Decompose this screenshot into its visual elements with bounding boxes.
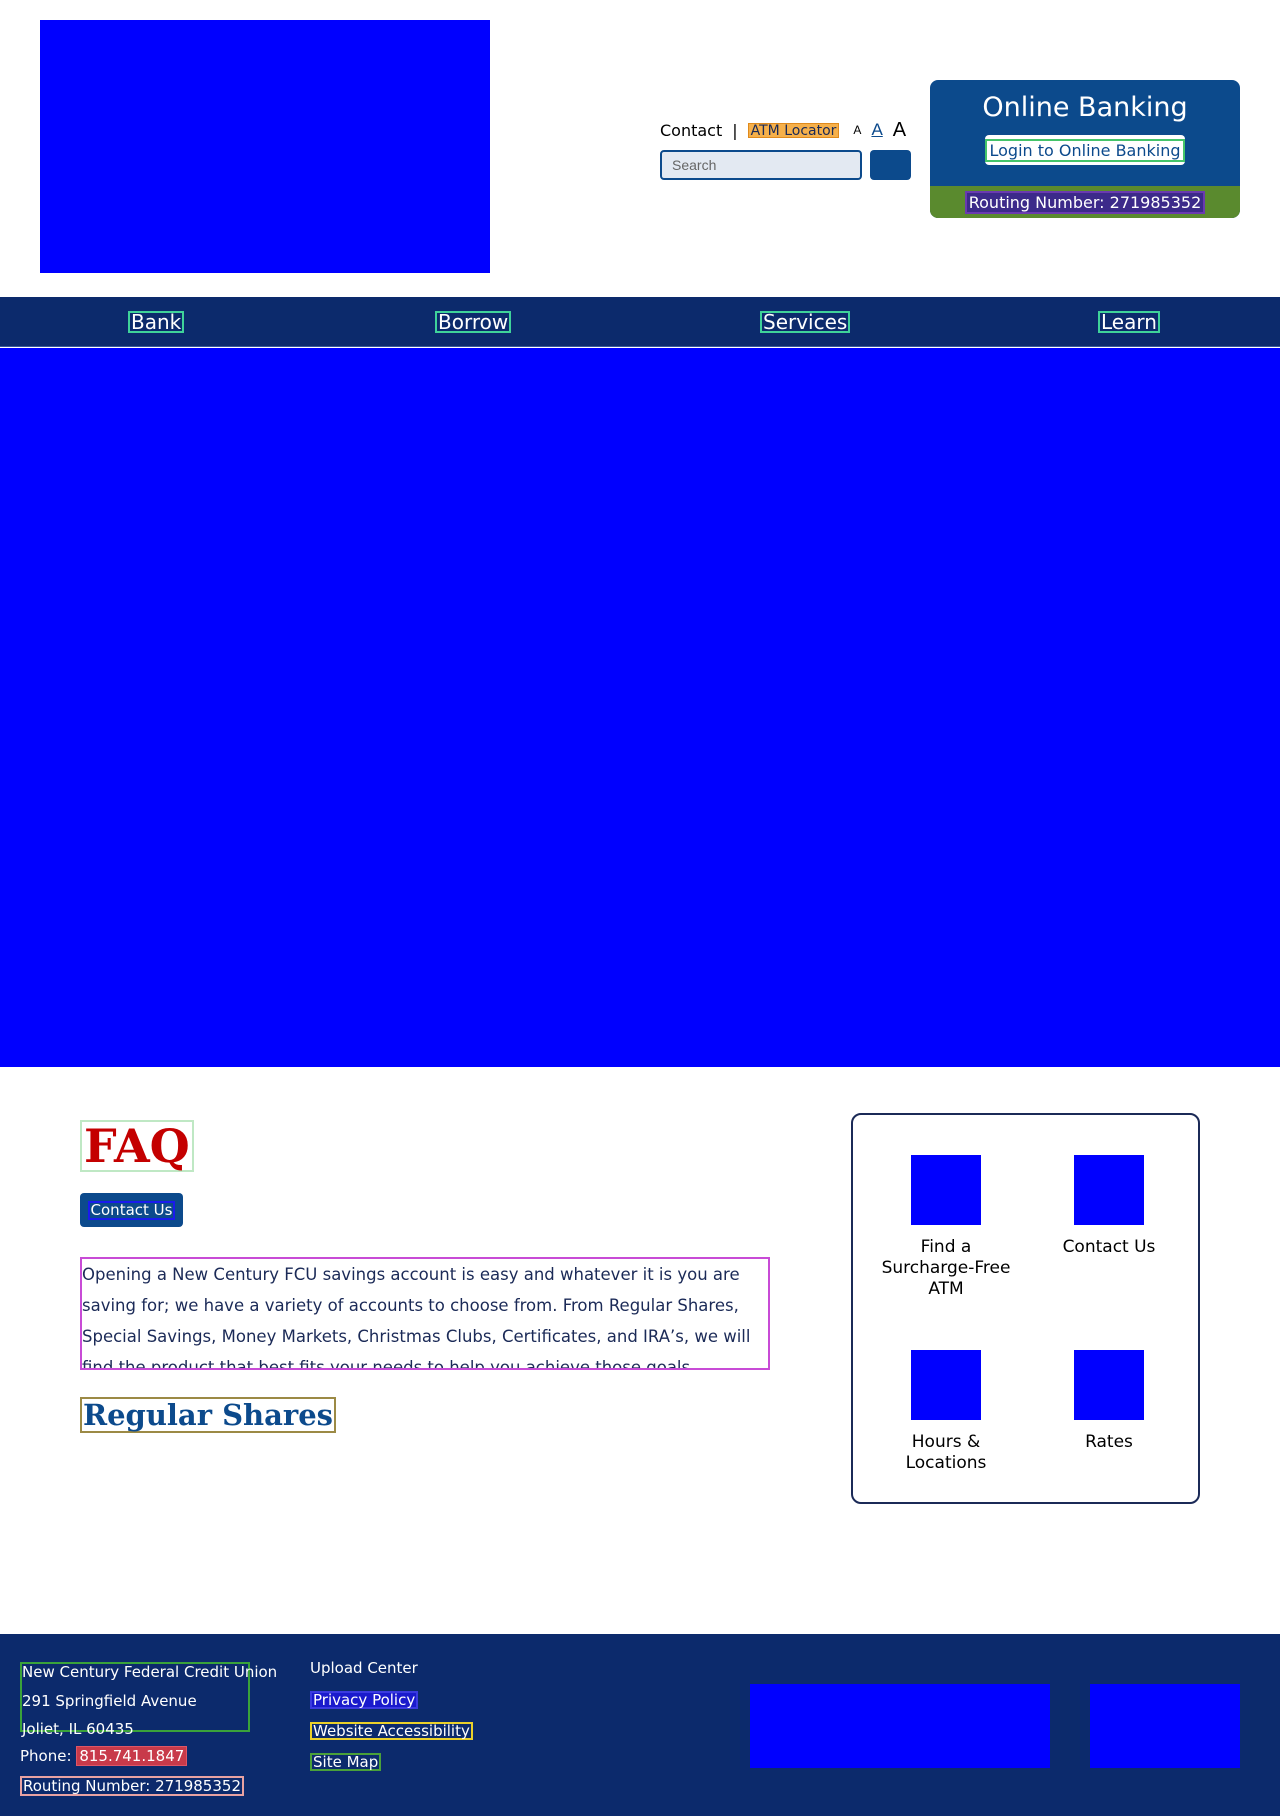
nav-item-bank[interactable]: Bank — [128, 311, 185, 333]
intro-paragraph: Opening a New Century FCU savings accoun… — [80, 1257, 770, 1370]
upload-center-link[interactable]: Upload Center — [310, 1659, 418, 1677]
contact-link[interactable]: Contact — [660, 121, 722, 140]
nav-item-learn[interactable]: Learn — [1098, 311, 1160, 333]
page-title: FAQ — [80, 1120, 194, 1172]
routing-number-bar: Routing Number: 271985352 — [930, 186, 1240, 218]
contact-icon — [1074, 1155, 1144, 1225]
footer-routing-number: Routing Number: 271985352 — [20, 1776, 244, 1796]
section-heading-regular-shares: Regular Shares — [80, 1397, 336, 1433]
quick-link-label: Find a Surcharge-Free ATM — [881, 1237, 1011, 1299]
location-icon — [911, 1350, 981, 1420]
footer-logo-secondary[interactable] — [1090, 1684, 1240, 1768]
site-footer: New Century Federal Credit Union 291 Spr… — [0, 1634, 1280, 1816]
search-button[interactable] — [870, 150, 911, 180]
nav-item-services[interactable]: Services — [760, 311, 851, 333]
online-banking-card: Online Banking Login to Online Banking R… — [930, 80, 1240, 218]
utility-bar: Contact | ATM Locator A A A — [660, 116, 906, 144]
hero-banner — [0, 348, 1280, 1067]
phone-number-link[interactable]: 815.741.1847 — [76, 1746, 188, 1766]
quick-link-label: Rates — [1085, 1432, 1133, 1452]
privacy-policy-link[interactable]: Privacy Policy — [310, 1691, 419, 1709]
footer-street: 291 Springfield Avenue — [22, 1692, 197, 1710]
login-online-banking-button[interactable]: Login to Online Banking — [985, 135, 1185, 165]
footer-city: Joliet, IL 60435 — [22, 1720, 134, 1738]
online-banking-title: Online Banking — [982, 92, 1188, 123]
footer-phone: Phone: 815.741.1847 — [20, 1746, 188, 1766]
contact-us-label: Contact Us — [87, 1200, 176, 1220]
rates-icon — [1074, 1350, 1144, 1420]
quick-link-label: Hours & Locations — [905, 1432, 987, 1473]
atm-locator-link[interactable]: ATM Locator — [747, 122, 840, 138]
login-online-banking-label: Login to Online Banking — [985, 138, 1185, 162]
quick-links-panel: Find a Surcharge-Free ATM Contact Us Hou… — [851, 1113, 1200, 1504]
routing-number: Routing Number: 271985352 — [964, 190, 1206, 214]
nav-item-borrow[interactable]: Borrow — [435, 311, 512, 333]
quick-link-label: Contact Us — [1062, 1237, 1156, 1257]
phone-label: Phone: — [20, 1747, 72, 1765]
footer-org-name: New Century Federal Credit Union — [22, 1663, 278, 1681]
quick-link-find-atm[interactable]: Find a Surcharge-Free ATM — [876, 1155, 1016, 1300]
quick-link-contact-us[interactable]: Contact Us — [1039, 1155, 1179, 1258]
font-size-medium-button[interactable]: A — [871, 120, 882, 140]
font-size-small-button[interactable]: A — [853, 123, 861, 137]
quick-link-hours-locations[interactable]: Hours & Locations — [876, 1350, 1016, 1474]
website-accessibility-link[interactable]: Website Accessibility — [310, 1722, 473, 1740]
utility-separator: | — [732, 120, 738, 140]
footer-logo-primary[interactable] — [750, 1684, 1050, 1768]
font-size-large-button[interactable]: A — [893, 119, 906, 142]
site-map-link[interactable]: Site Map — [310, 1753, 382, 1771]
contact-us-button[interactable]: Contact Us — [80, 1193, 183, 1227]
search-input[interactable] — [660, 150, 862, 180]
atm-icon — [911, 1155, 981, 1225]
site-logo[interactable] — [40, 20, 490, 273]
main-nav: Bank Borrow Services Learn — [0, 297, 1280, 347]
quick-link-rates[interactable]: Rates — [1039, 1350, 1179, 1453]
